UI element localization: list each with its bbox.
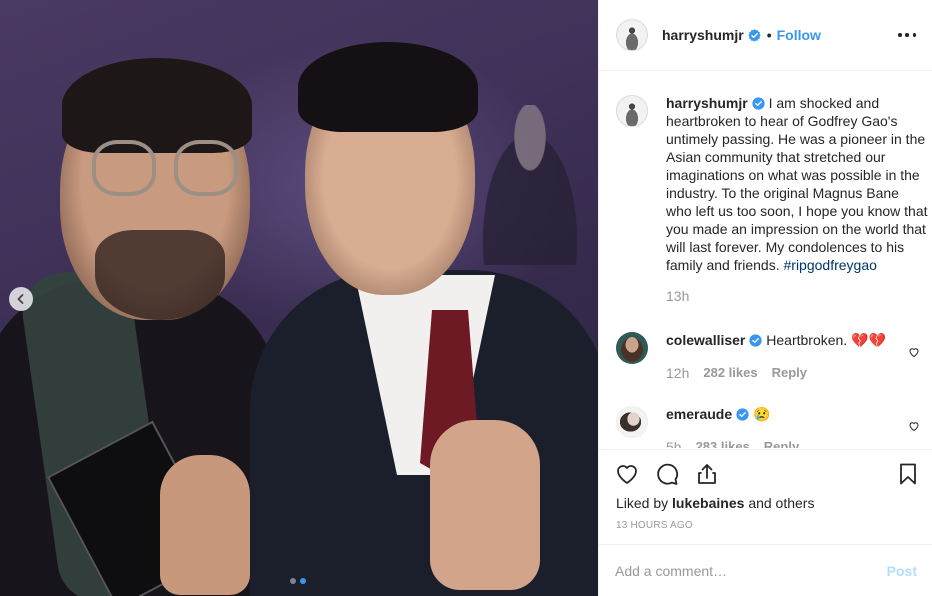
comment-meta: 5h 283 likes Reply [666,439,902,448]
heart-icon[interactable] [908,420,920,432]
comment-icon[interactable] [655,462,679,486]
photo-background-person [470,105,590,265]
header-separator: • [766,27,772,43]
caption-username[interactable]: harryshumjr [666,95,748,111]
liked-by-others[interactable]: and others [748,495,814,511]
comment-text: Heartbroken. 💔💔 [766,332,886,348]
comment-item: emeraude 😢 5h 283 likes Reply [616,406,926,448]
comment-input[interactable] [615,562,887,579]
add-comment-bar: Post [599,544,932,596]
carousel-dot [290,578,296,584]
verified-badge-icon [736,408,749,421]
liked-by: Liked by lukebaines and others [616,495,814,511]
comment-text: 😢 [753,406,771,422]
post-photo[interactable] [0,0,598,596]
post-comment-button[interactable]: Post [887,563,917,579]
verified-badge-icon [752,97,765,110]
carousel-dots [290,578,306,584]
comment-username[interactable]: emeraude [666,406,732,422]
comment-time[interactable]: 5h [666,439,682,448]
carousel-prev-button[interactable] [9,287,33,311]
liked-by-prefix: Liked by [616,495,669,511]
comment-meta: 12h 282 likes Reply [666,365,902,381]
avatar[interactable] [616,19,648,51]
comments-list[interactable]: harryshumjr I am shocked and heartbroken… [599,72,932,448]
post-caption: harryshumjr I am shocked and heartbroken… [616,94,928,305]
post-timestamp[interactable]: 13 HOURS AGO [616,520,693,531]
comment-username[interactable]: colewalliser [666,332,745,348]
caption-time[interactable]: 13h [666,287,928,305]
post-actions: Liked by lukebaines and others 13 HOURS … [599,449,932,544]
header-username[interactable]: harryshumjr [662,27,744,43]
caption-avatar[interactable] [616,95,648,127]
comment-avatar[interactable] [616,332,648,364]
carousel-dot-active [300,578,306,584]
caption-hashtag[interactable]: #ripgodfreygao [784,257,877,273]
post-side-panel: harryshumjr • Follow harryshumjr I am sh… [598,0,932,596]
photo-glasses [92,140,242,202]
share-icon[interactable] [695,462,719,486]
chevron-left-icon [17,294,24,304]
follow-button[interactable]: Follow [777,27,821,43]
comment-time[interactable]: 12h [666,365,689,381]
comment-item: colewalliser Heartbroken. 💔💔 12h 282 lik… [616,332,926,381]
comment-reply-button[interactable]: Reply [772,365,807,381]
heart-icon[interactable] [615,462,639,486]
comment-reply-button[interactable]: Reply [764,439,799,448]
comment-avatar[interactable] [616,406,648,438]
comment-likes[interactable]: 283 likes [696,439,750,448]
verified-badge-icon [748,28,761,42]
caption-text: I am shocked and heartbroken to hear of … [666,95,928,273]
heart-icon[interactable] [908,346,920,358]
post-header: harryshumjr • Follow [599,0,932,71]
verified-badge-icon [749,334,763,347]
more-options-icon[interactable] [898,26,916,44]
bookmark-icon[interactable] [896,462,920,486]
comment-likes[interactable]: 282 likes [703,365,757,381]
liked-by-user[interactable]: lukebaines [672,495,744,511]
